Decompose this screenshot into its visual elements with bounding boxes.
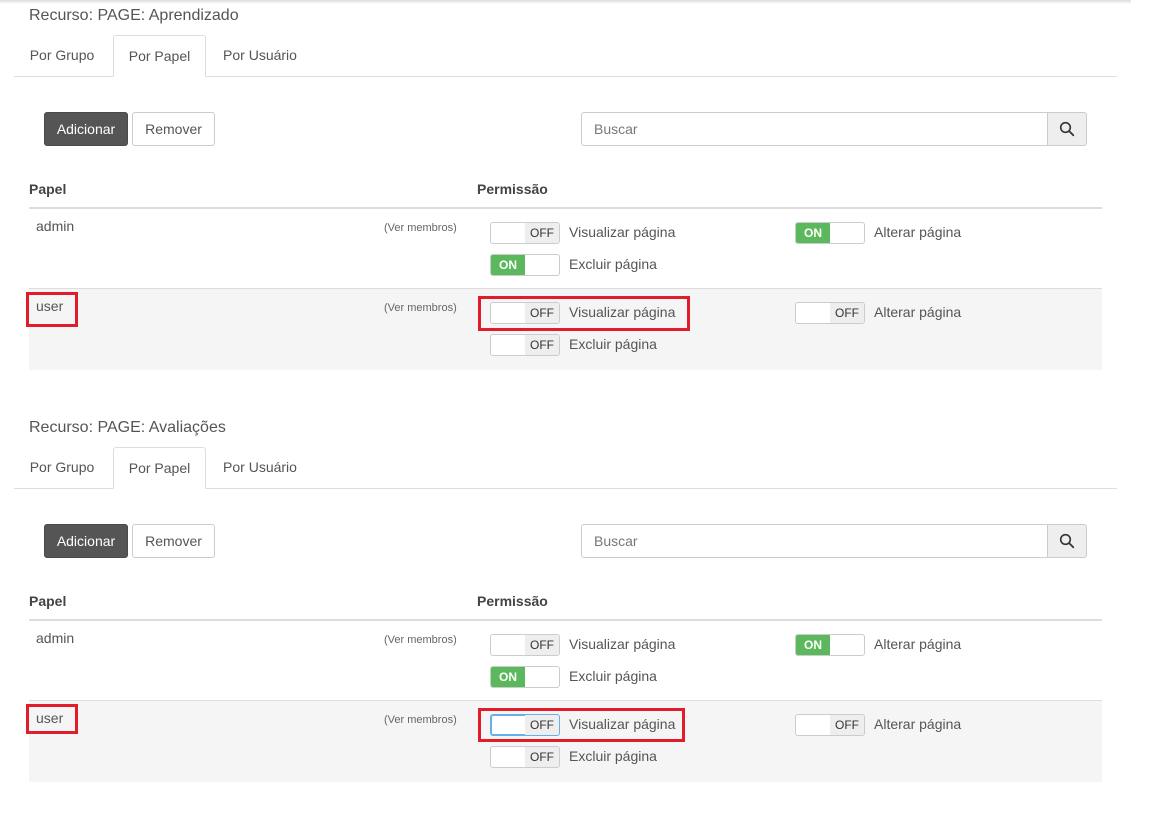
permission-label: Visualizar página — [569, 636, 676, 652]
permission-label: Alterar página — [874, 716, 962, 732]
role-name: admin — [36, 630, 75, 646]
permission-label: Visualizar página — [569, 224, 676, 240]
view-members-link[interactable]: (Ver membros) — [384, 714, 457, 726]
view-members-link[interactable]: (Ver membros) — [384, 634, 457, 646]
column-header-role: Papel — [29, 181, 67, 197]
permission-toggle[interactable]: OFF — [490, 334, 560, 356]
add-button[interactable]: Adicionar — [44, 524, 128, 558]
search-button[interactable] — [1047, 524, 1087, 558]
tab-por-grupo[interactable]: Por Grupo — [14, 447, 110, 488]
permission-toggle[interactable]: OFF — [795, 302, 865, 324]
tab-por-usuario[interactable]: Por Usuário — [210, 447, 310, 488]
highlight-box-role — [26, 704, 78, 734]
add-button[interactable]: Adicionar — [44, 112, 128, 146]
search-icon — [1059, 121, 1075, 137]
permission-toggle[interactable]: OFF — [490, 222, 560, 244]
table-row: admin (Ver membros) OFF Visualizar págin… — [29, 209, 1102, 289]
resource-section-aprendizado: Recurso: PAGE: Aprendizado Por Grupo Por… — [0, 0, 1151, 400]
resource-section-avaliacoes: Recurso: PAGE: Avaliações Por Grupo Por … — [0, 412, 1151, 812]
column-header-permission: Permissão — [477, 181, 548, 197]
permission-label: Excluir página — [569, 668, 657, 684]
tab-por-papel[interactable]: Por Papel — [113, 35, 206, 77]
highlight-box-role — [26, 292, 78, 327]
highlight-box-permission — [478, 296, 690, 331]
permission-toggle[interactable]: ON — [490, 666, 560, 688]
permission-toggle[interactable]: ON — [795, 222, 865, 244]
tab-bar: Por Grupo Por Papel Por Usuário — [14, 447, 1117, 489]
view-members-link[interactable]: (Ver membros) — [384, 302, 457, 314]
search-input[interactable] — [581, 112, 1048, 146]
remove-button[interactable]: Remover — [132, 524, 215, 558]
search-input[interactable] — [581, 524, 1048, 558]
permission-label: Alterar página — [874, 304, 962, 320]
tab-por-usuario[interactable]: Por Usuário — [210, 35, 310, 76]
tab-por-papel[interactable]: Por Papel — [113, 447, 206, 489]
view-members-link[interactable]: (Ver membros) — [384, 222, 457, 234]
remove-button[interactable]: Remover — [132, 112, 215, 146]
permission-label: Alterar página — [874, 636, 962, 652]
permission-toggle[interactable]: OFF — [490, 746, 560, 768]
permission-toggle[interactable]: ON — [490, 254, 560, 276]
role-name: admin — [36, 218, 75, 234]
permission-toggle[interactable]: OFF — [795, 714, 865, 736]
search-button[interactable] — [1047, 112, 1087, 146]
table-row: admin (Ver membros) OFF Visualizar págin… — [29, 621, 1102, 701]
highlight-box-permission — [478, 708, 685, 742]
search-icon — [1059, 533, 1075, 549]
permission-label: Excluir página — [569, 256, 657, 272]
permission-toggle[interactable]: ON — [795, 634, 865, 656]
column-header-permission: Permissão — [477, 593, 548, 609]
tab-bar: Por Grupo Por Papel Por Usuário — [14, 35, 1117, 77]
resource-title: Recurso: PAGE: Aprendizado — [29, 7, 239, 24]
permission-label: Excluir página — [569, 336, 657, 352]
tab-por-grupo[interactable]: Por Grupo — [14, 35, 110, 76]
column-header-role: Papel — [29, 593, 67, 609]
resource-title: Recurso: PAGE: Avaliações — [29, 419, 226, 436]
permission-label: Alterar página — [874, 224, 962, 240]
permission-label: Excluir página — [569, 748, 657, 764]
permission-toggle[interactable]: OFF — [490, 634, 560, 656]
